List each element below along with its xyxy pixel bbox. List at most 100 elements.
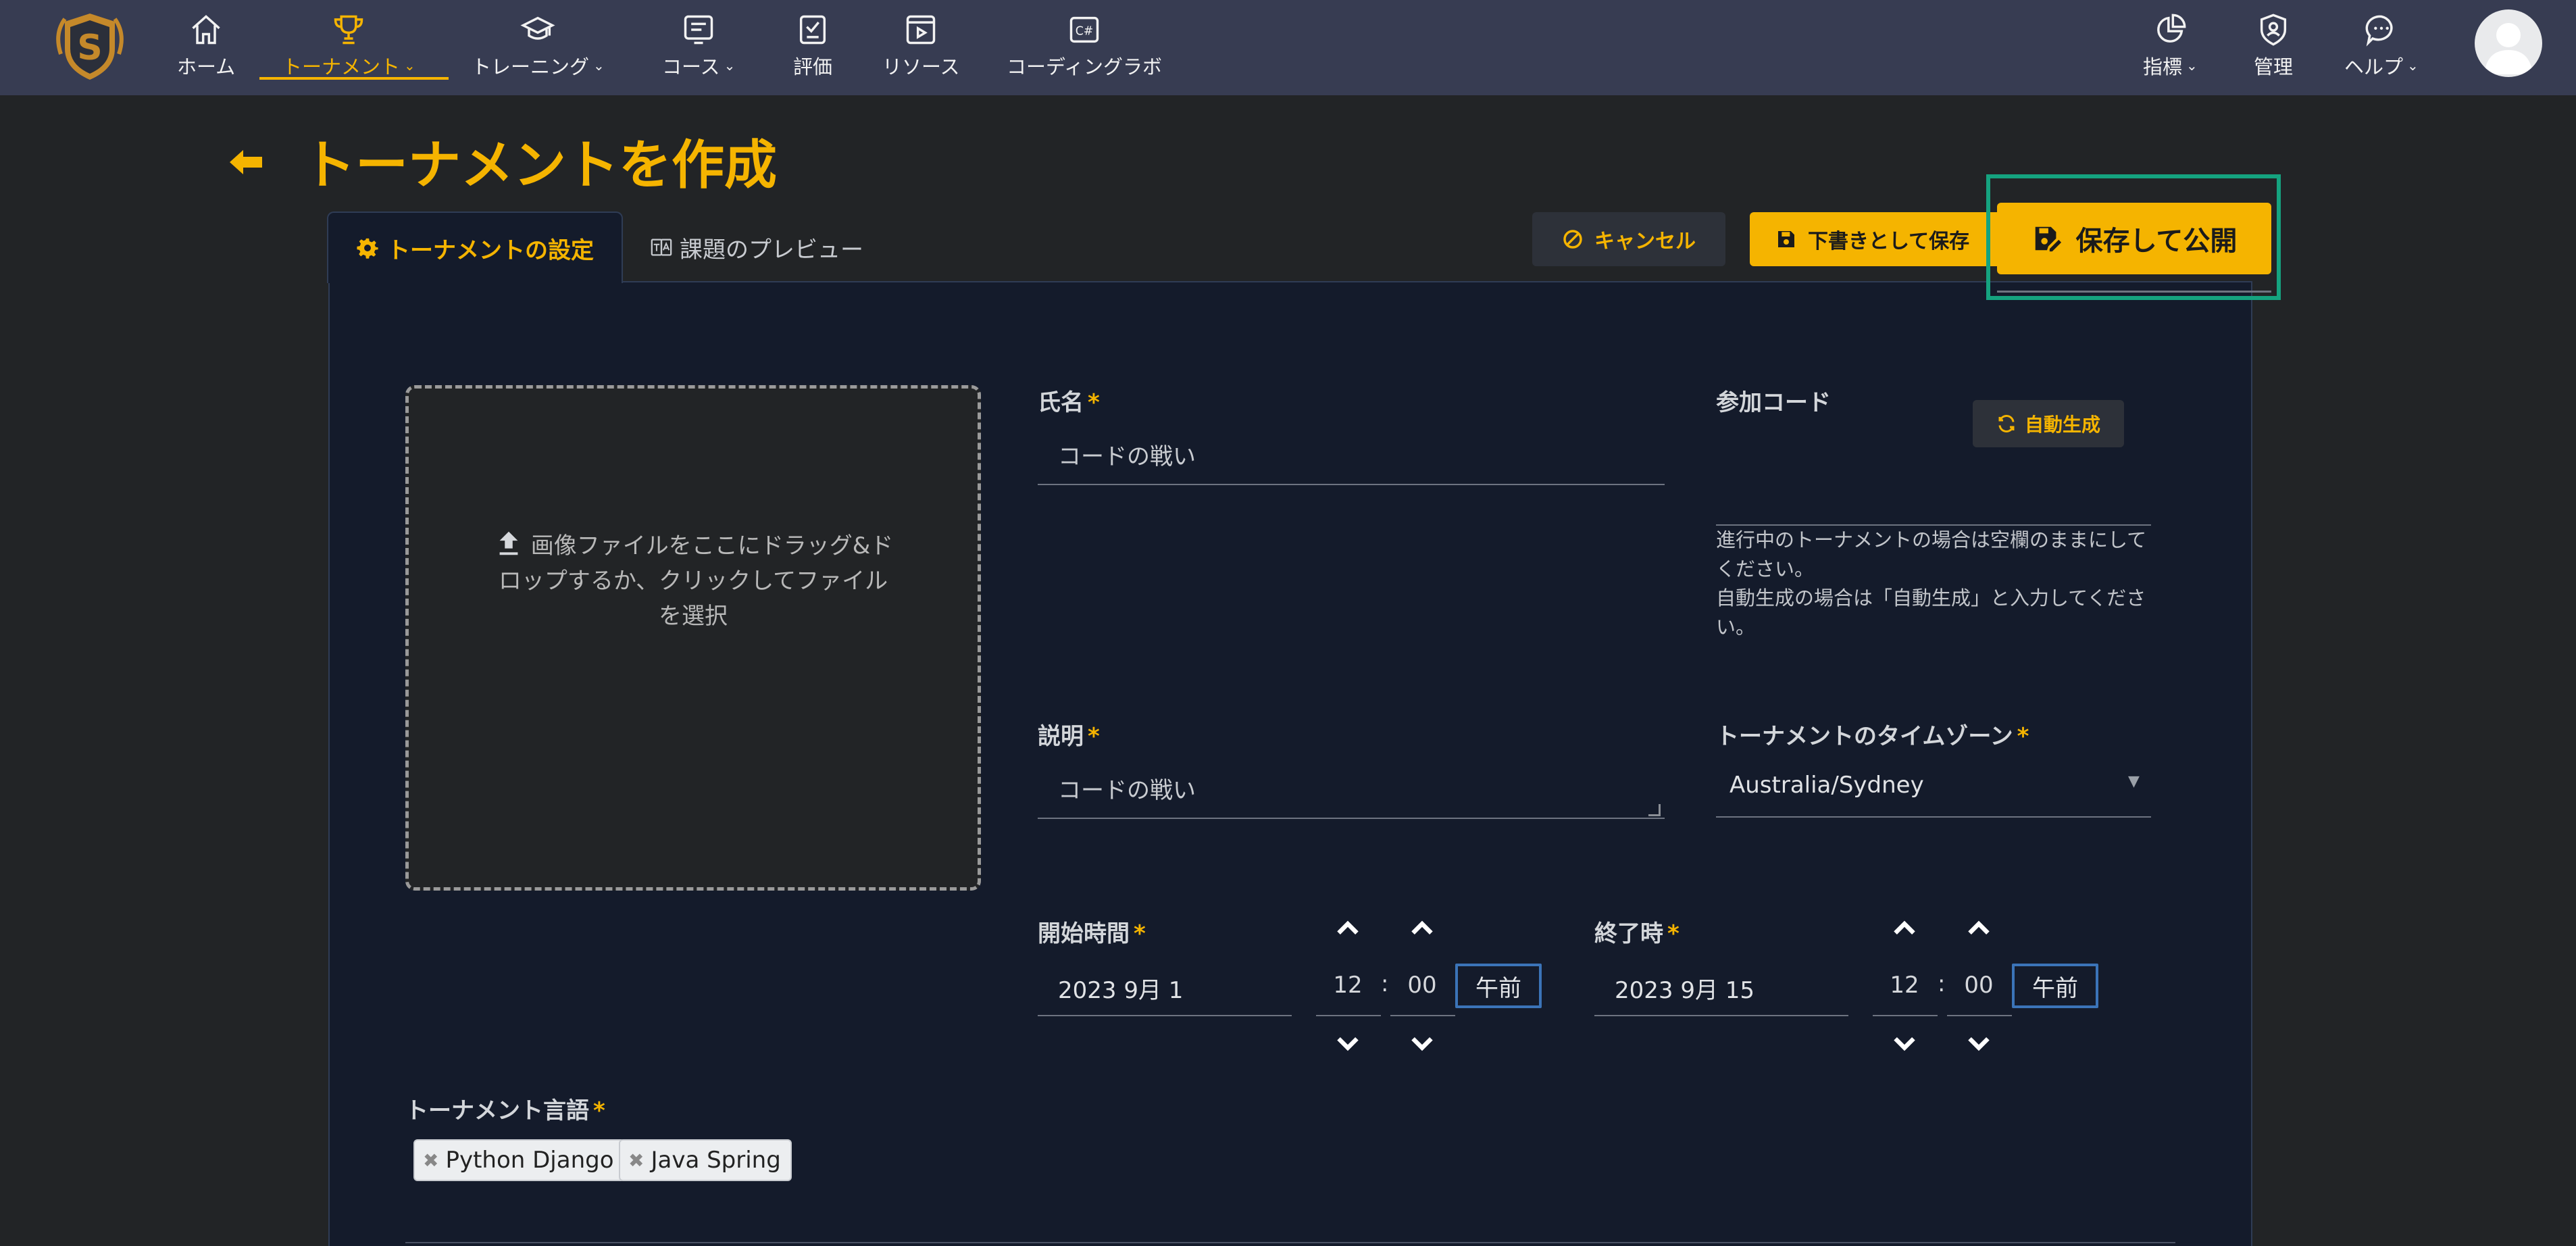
end-minute-up-chevron-icon[interactable] — [1963, 912, 1994, 943]
end-hour-down-chevron-icon[interactable] — [1889, 1027, 1920, 1058]
name-label-text: 氏名 — [1038, 389, 1084, 416]
nav-metrics-label: 指標 — [2143, 55, 2183, 78]
translate-book-icon — [651, 239, 672, 256]
end-minute-underline — [1947, 1015, 2012, 1016]
save-draft-button-label: 下書きとして保存 — [1808, 230, 1970, 253]
tab-challenge-preview[interactable]: 課題のプレビュー — [650, 211, 863, 283]
description-label: 説明 * — [1038, 718, 1100, 751]
nav-resources-label: リソース — [882, 55, 960, 78]
end-ampm-toggle[interactable]: 午前 — [2012, 964, 2098, 1008]
dropzone-text-wrap: 画像ファイルをここにドラッグ&ドロップするか、クリックしてファイルを選択 — [490, 528, 896, 634]
start-hour-up-chevron-icon[interactable] — [1332, 912, 1363, 943]
tournament-language-label: トーナメント言語 * — [405, 1092, 605, 1125]
name-input[interactable]: コードの戦い — [1058, 438, 1196, 471]
back-arrow-icon[interactable] — [227, 147, 265, 177]
tournament-language-label-text: トーナメント言語 — [405, 1097, 589, 1124]
assessment-icon — [799, 15, 826, 45]
save-and-publish-button-label: 保存して公開 — [2075, 226, 2238, 257]
code-lab-icon: C# — [1069, 16, 1099, 43]
cancel-button-label: キャンセル — [1594, 230, 1696, 253]
svg-text:C#: C# — [1076, 25, 1094, 39]
textarea-resize-handle[interactable] — [1648, 804, 1661, 816]
save-draft-button[interactable]: 下書きとして保存 — [1750, 212, 1998, 266]
nav-active-indicator — [259, 77, 449, 80]
description-underline — [1038, 818, 1665, 819]
nav-admin[interactable]: 管理 — [2254, 12, 2293, 80]
nav-course-label: コース — [662, 55, 720, 78]
start-hour-input[interactable]: 12 — [1317, 972, 1378, 999]
end-hour-input[interactable]: 12 — [1874, 972, 1935, 999]
video-resource-icon — [907, 15, 936, 45]
required-mark: * — [1667, 920, 1680, 947]
start-hour-underline — [1316, 1015, 1381, 1016]
required-mark: * — [2017, 723, 2029, 750]
save-publish-icon — [2035, 226, 2061, 252]
chip-remove-icon[interactable]: ✖ — [423, 1149, 438, 1172]
user-avatar[interactable] — [2475, 9, 2542, 77]
auto-generate-button[interactable]: 自動生成 — [1973, 400, 2124, 447]
end-date-underline — [1594, 1015, 1848, 1016]
nav-training[interactable]: トレーニング ⌄ — [472, 12, 605, 80]
timezone-label-text: トーナメントのタイムゾーン — [1716, 723, 2013, 750]
start-time-label: 開始時間 * — [1038, 915, 1146, 948]
image-dropzone[interactable]: 画像ファイルをここにドラッグ&ドロップするか、クリックしてファイルを選択 — [405, 385, 981, 891]
end-date-input[interactable]: 2023 9月 15 — [1615, 972, 1754, 1005]
nav-tournament[interactable]: トーナメント ⌄ — [282, 12, 415, 80]
nav-assessment[interactable]: 評価 — [793, 12, 832, 80]
join-code-hint: 進行中のトーナメントの場合は空欄のままにしてください。 自動生成の場合は「自動生… — [1716, 526, 2148, 642]
refresh-icon — [1998, 415, 2015, 432]
end-time-label: 終了時 * — [1594, 915, 1680, 948]
timezone-select[interactable]: Australia/Sydney — [1729, 772, 1924, 799]
tab-tournament-settings-label: トーナメントの設定 — [387, 236, 594, 264]
app-logo[interactable]: S — [47, 7, 132, 86]
start-ampm-toggle[interactable]: 午前 — [1455, 964, 1542, 1008]
name-input-underline — [1038, 484, 1665, 485]
graduation-cap-icon — [520, 16, 555, 40]
timezone-label: トーナメントのタイムゾーン * — [1716, 718, 2029, 751]
language-input-underline[interactable] — [405, 1242, 2175, 1243]
page-title: トーナメントを作成 — [303, 135, 778, 196]
join-code-hint-2: 自動生成の場合は「自動生成」と入力してください。 — [1716, 587, 2146, 639]
end-minute-input[interactable]: 00 — [1948, 972, 2009, 999]
chip-remove-icon[interactable]: ✖ — [628, 1149, 644, 1172]
name-label: 氏名 * — [1038, 384, 1100, 417]
nav-resources[interactable]: リソース — [882, 12, 960, 80]
start-hour-down-chevron-icon[interactable] — [1332, 1027, 1363, 1058]
language-chip-python-django: ✖ Python Django — [413, 1139, 625, 1181]
dropdown-arrow-icon: ▼ — [2128, 773, 2140, 790]
required-mark: * — [1088, 723, 1100, 750]
language-chip-label: Python Django — [445, 1147, 614, 1174]
nav-home[interactable]: ホーム — [177, 12, 235, 80]
nav-coding-lab[interactable]: C# コーディングラボ — [1007, 12, 1162, 80]
chat-help-icon — [2365, 15, 2393, 47]
start-minute-down-chevron-icon[interactable] — [1407, 1027, 1438, 1058]
description-textarea[interactable]: コードの戦い — [1058, 772, 1196, 805]
start-minute-input[interactable]: 00 — [1392, 972, 1453, 999]
end-hour-underline — [1873, 1015, 1938, 1016]
nav-metrics[interactable]: 指標 ⌄ — [2143, 12, 2198, 80]
chevron-down-icon: ⌄ — [593, 57, 605, 74]
ban-icon — [1563, 230, 1582, 249]
time-separator: : — [1938, 970, 1946, 997]
required-mark: * — [1134, 920, 1146, 947]
start-minute-underline — [1390, 1015, 1455, 1016]
save-and-publish-button[interactable]: 保存して公開 — [1997, 203, 2271, 274]
description-label-text: 説明 — [1038, 723, 1084, 750]
end-hour-up-chevron-icon[interactable] — [1889, 912, 1920, 943]
time-separator: : — [1381, 970, 1389, 997]
home-icon — [192, 15, 220, 45]
start-minute-up-chevron-icon[interactable] — [1407, 912, 1438, 943]
user-avatar-icon — [2484, 23, 2533, 74]
nav-help[interactable]: ヘルプ ⌄ — [2344, 12, 2419, 80]
tab-challenge-preview-label: 課題のプレビュー — [680, 236, 863, 264]
language-chip-label: Java Spring — [651, 1147, 781, 1174]
chevron-down-icon: ⌄ — [404, 57, 415, 74]
cancel-button[interactable]: キャンセル — [1532, 212, 1725, 266]
tab-tournament-settings[interactable]: トーナメントの設定 — [327, 211, 623, 283]
join-code-hint-1: 進行中のトーナメントの場合は空欄のままにしてください。 — [1716, 528, 2147, 580]
trophy-icon — [334, 15, 363, 45]
chevron-down-icon: ⌄ — [2407, 57, 2419, 74]
start-date-input[interactable]: 2023 9月 1 — [1058, 972, 1183, 1005]
end-minute-down-chevron-icon[interactable] — [1963, 1027, 1994, 1058]
nav-course[interactable]: コース ⌄ — [662, 12, 735, 80]
